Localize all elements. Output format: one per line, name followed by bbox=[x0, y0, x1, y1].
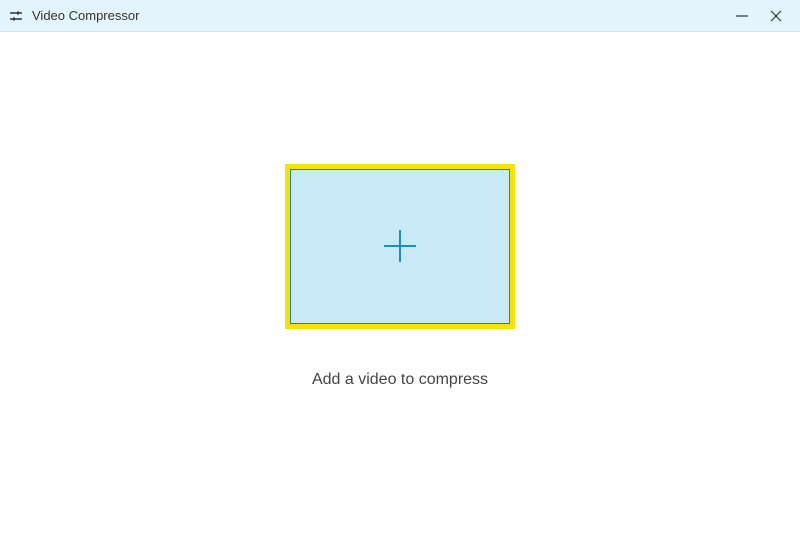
content-area: Add a video to compress bbox=[0, 32, 800, 540]
add-video-dropzone[interactable] bbox=[285, 164, 515, 329]
window-controls bbox=[734, 8, 792, 24]
window-title: Video Compressor bbox=[32, 8, 734, 23]
close-button[interactable] bbox=[768, 8, 784, 24]
app-icon bbox=[8, 8, 24, 24]
instruction-text: Add a video to compress bbox=[312, 371, 488, 389]
minimize-button[interactable] bbox=[734, 8, 750, 24]
plus-icon bbox=[380, 226, 420, 266]
dropzone-inner bbox=[290, 169, 510, 324]
titlebar: Video Compressor bbox=[0, 0, 800, 32]
